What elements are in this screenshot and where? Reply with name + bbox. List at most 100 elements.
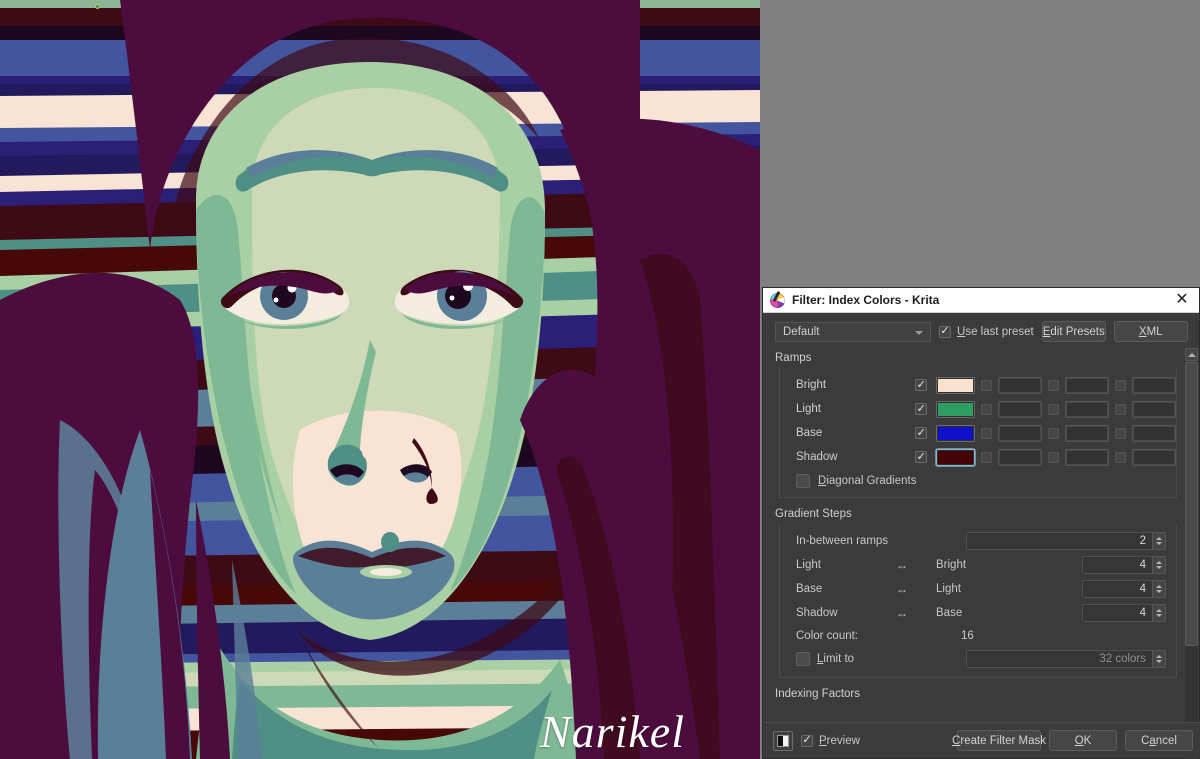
chevron-down-icon [915, 330, 923, 335]
limit-to-value[interactable]: 32 colors [966, 650, 1152, 668]
ramp-slot-base-4[interactable] [1132, 424, 1176, 442]
in-between-ramps-spin-buttons[interactable] [1152, 532, 1166, 550]
pair-spin-buttons-0[interactable] [1152, 556, 1166, 574]
preset-select-value: Default [783, 325, 820, 338]
ramp-minitoggle-base-1[interactable] [981, 427, 992, 439]
ok-label: OK [1074, 734, 1092, 747]
ramp-minitoggle-light-1[interactable] [981, 403, 992, 415]
close-icon[interactable]: ✕ [1169, 289, 1195, 312]
ramp-swatch-light[interactable] [936, 400, 975, 418]
chevron-down-icon[interactable] [1156, 566, 1162, 569]
ramp-minitoggle-base-3[interactable] [1115, 427, 1126, 439]
ramp-minitoggle-shadow-2[interactable] [1048, 451, 1059, 463]
ramp-slot-shadow-4[interactable] [1132, 448, 1176, 466]
ramp-minitoggle-bright-2[interactable] [1048, 379, 1059, 391]
ramp-slot-light-4[interactable] [1132, 400, 1176, 418]
pair-spin-buttons-2[interactable] [1152, 604, 1166, 622]
ok-button[interactable]: OK [1049, 730, 1117, 751]
preview-label: Preview [819, 734, 860, 747]
dialog-vertical-scrollbar[interactable] [1185, 348, 1198, 759]
ramp-minitoggle-shadow-1[interactable] [981, 451, 992, 463]
in-between-ramps-stepper[interactable]: 2 [966, 532, 1166, 550]
limit-to-check-box[interactable] [796, 652, 810, 666]
ramp-enable-checkbox-base[interactable] [915, 427, 928, 439]
preview-checkbox[interactable]: Preview [801, 734, 860, 747]
cancel-button[interactable]: Cancel [1125, 730, 1193, 751]
pair-stepper-shadow-base[interactable]: 4 [1082, 604, 1166, 622]
pair-stepper-light-bright[interactable]: 4 [1082, 556, 1166, 574]
dialog-scroll-content: Ramps Bright Light [771, 348, 1183, 759]
chevron-down-icon[interactable] [1156, 590, 1162, 593]
edit-presets-button[interactable]: Edit Presets [1041, 321, 1106, 342]
pair-to-base: Base [936, 607, 963, 619]
ramps-group-title: Ramps [775, 352, 812, 364]
gradient-steps-group-box: In-between ramps 2 Light ↔ Bright 4 Base… [779, 523, 1177, 678]
pair-from-shadow: Shadow [796, 607, 838, 619]
chevron-down-icon[interactable] [1156, 660, 1162, 663]
limit-to-spin-buttons[interactable] [1152, 650, 1166, 668]
chevron-up-icon[interactable] [1156, 561, 1162, 564]
ramp-enable-checkbox-bright[interactable] [915, 379, 928, 391]
preset-toolbar: Default Use last preset Edit Presets XML [763, 313, 1199, 348]
ramp-minitoggle-shadow-3[interactable] [1115, 451, 1126, 463]
scrollbar-up-button[interactable] [1185, 348, 1198, 361]
image-canvas[interactable]: Narikel [0, 0, 760, 759]
ramp-swatch-bright[interactable] [936, 376, 975, 394]
chevron-up-icon[interactable] [1156, 537, 1162, 540]
pair-from-light: Light [796, 559, 821, 571]
ramp-slot-shadow-3[interactable] [1065, 448, 1109, 466]
krita-logo-icon [770, 292, 785, 308]
xml-button[interactable]: XML [1113, 321, 1188, 342]
ramp-swatch-shadow[interactable] [936, 448, 975, 466]
ramp-slot-bright-2[interactable] [998, 376, 1042, 394]
cancel-label: Cancel [1141, 734, 1177, 747]
use-last-preset-checkbox[interactable]: Use last preset [939, 325, 1034, 338]
ramp-minitoggle-light-2[interactable] [1048, 403, 1059, 415]
ramp-minitoggle-light-3[interactable] [1115, 403, 1126, 415]
preview-check-box[interactable] [801, 734, 813, 747]
chevron-down-icon[interactable] [1156, 542, 1162, 545]
dialog-titlebar[interactable]: Filter: Index Colors - Krita ✕ [763, 288, 1199, 313]
pair-value-base-light[interactable]: 4 [1082, 580, 1152, 598]
diagonal-gradients-check-box[interactable] [796, 474, 810, 488]
chevron-up-icon[interactable] [1156, 655, 1162, 658]
ramp-slot-shadow-2[interactable] [998, 448, 1042, 466]
pair-arrow-icon-2: ↔ [896, 606, 908, 620]
ramp-slot-bright-4[interactable] [1132, 376, 1176, 394]
index-colors-filter-dialog: Filter: Index Colors - Krita ✕ Default U… [762, 287, 1200, 759]
chevron-up-icon[interactable] [1156, 609, 1162, 612]
split-preview-glyph [777, 734, 789, 747]
ramp-enable-checkbox-light[interactable] [915, 403, 928, 415]
gradient-steps-group-title: Gradient Steps [775, 508, 852, 520]
diagonal-gradients-checkbox[interactable]: Diagonal Gradients [780, 469, 1176, 491]
chevron-up-icon [1187, 352, 1196, 357]
split-preview-icon[interactable] [773, 730, 793, 751]
use-last-preset-check-box[interactable] [939, 325, 951, 338]
pair-spin-buttons-1[interactable] [1152, 580, 1166, 598]
ramp-slot-base-2[interactable] [998, 424, 1042, 442]
ramp-minitoggle-bright-3[interactable] [1115, 379, 1126, 391]
ramp-slot-light-2[interactable] [998, 400, 1042, 418]
chevron-down-icon[interactable] [1156, 614, 1162, 617]
diagonal-gradients-label: Diagonal Gradients [818, 475, 917, 487]
in-between-ramps-value[interactable]: 2 [966, 532, 1152, 550]
pair-from-base: Base [796, 583, 823, 595]
chevron-up-icon[interactable] [1156, 585, 1162, 588]
ramp-minitoggle-bright-1[interactable] [981, 379, 992, 391]
create-filter-mask-button[interactable]: Create Filter Mask [952, 730, 1046, 751]
ramp-label-bright: Bright [796, 379, 827, 391]
pair-stepper-base-light[interactable]: 4 [1082, 580, 1166, 598]
ramp-slot-light-3[interactable] [1065, 400, 1109, 418]
ramp-swatch-base[interactable] [936, 424, 975, 442]
preset-select[interactable]: Default [775, 321, 931, 342]
pair-value-light-bright[interactable]: 4 [1082, 556, 1152, 574]
pair-arrow-icon-1: ↔ [896, 582, 908, 596]
ramp-slot-base-3[interactable] [1065, 424, 1109, 442]
ramp-enable-checkbox-shadow[interactable] [915, 451, 928, 463]
pair-to-light: Light [936, 583, 961, 595]
ramp-minitoggle-base-2[interactable] [1048, 427, 1059, 439]
limit-to-stepper[interactable]: 32 colors [966, 650, 1166, 668]
pair-value-shadow-base[interactable]: 4 [1082, 604, 1152, 622]
ramp-slot-bright-3[interactable] [1065, 376, 1109, 394]
scrollbar-thumb[interactable] [1185, 362, 1198, 646]
